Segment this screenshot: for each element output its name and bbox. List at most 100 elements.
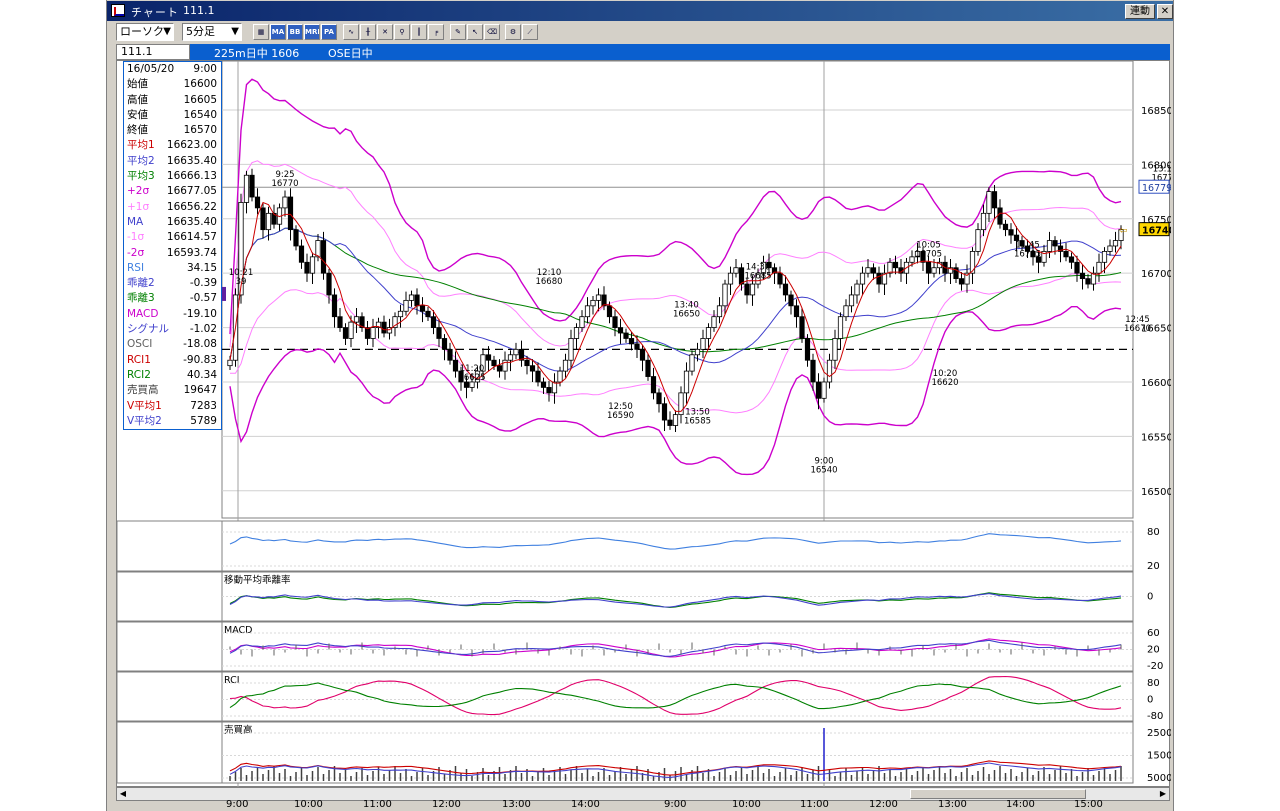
pencil-icon[interactable]: ✎: [450, 24, 466, 40]
candle-body: [931, 267, 937, 274]
candle-body: [1074, 261, 1080, 274]
data-label: V平均1: [127, 399, 162, 412]
candle-body: [1079, 272, 1086, 280]
candle-body: [623, 332, 629, 339]
candle-body: [496, 365, 503, 372]
candle-body: [452, 359, 459, 372]
candle-body: [414, 294, 420, 307]
data-row: 平均1 16623.00: [124, 138, 221, 153]
data-row: 乖離2 -0.39: [124, 276, 221, 291]
chart-window: チャート 111.1 連動 ✕ ローソク ▼ 5分足 ▼ ▦MABBMREPA∿…: [106, 0, 1174, 811]
panel-title: RCI: [224, 675, 240, 686]
eraser-icon[interactable]: ⌫: [484, 24, 500, 40]
bar-icon[interactable]: ║: [411, 24, 427, 40]
candle-body: [502, 359, 508, 372]
candle-body: [854, 283, 860, 296]
cursor-icon[interactable]: ↖: [467, 24, 483, 40]
candle-body: [843, 305, 849, 318]
data-row: 売買高 19647: [124, 383, 221, 398]
data-value: 19647: [183, 384, 217, 397]
panel-tick-label: -20: [1147, 661, 1163, 672]
candle-body: [815, 381, 822, 399]
data-label: MA: [127, 215, 144, 228]
candle-body: [716, 305, 723, 318]
time-tick-label: 15:00: [1074, 799, 1103, 810]
data-value: 7283: [190, 399, 217, 412]
data-row: 平均2 16635.40: [124, 154, 221, 169]
data-value: -1.02: [189, 323, 217, 336]
data-value: -90.83: [183, 353, 217, 366]
main-price-plot: [221, 61, 1134, 519]
candle-body: [1096, 261, 1102, 274]
panel-tick-label: 80: [1147, 527, 1160, 538]
time-tick-label: 11:00: [800, 799, 829, 810]
magnify-icon[interactable]: ⚲: [394, 24, 410, 40]
candle-body: [705, 327, 712, 339]
candle-body: [661, 403, 668, 421]
data-label: 始値: [127, 78, 148, 91]
candle-body: [711, 316, 717, 328]
layout-icon[interactable]: ▦: [253, 24, 269, 40]
candle-body: [315, 240, 321, 258]
data-value: 40.34: [186, 368, 217, 381]
mre-button[interactable]: MRE: [304, 24, 320, 40]
chevron-down-icon: ▼: [231, 26, 239, 37]
line-icon[interactable]: ∿: [343, 24, 359, 40]
time-tick-label: 14:00: [1006, 799, 1035, 810]
chart-type-select[interactable]: ローソク ▼: [116, 23, 174, 41]
symbol-input[interactable]: 111.1: [116, 44, 190, 60]
candle-body: [667, 419, 673, 426]
bb-button[interactable]: BB: [287, 24, 303, 40]
candle-body: [793, 305, 800, 318]
data-time: 9:00: [193, 63, 217, 75]
data-row: MA 16635.40: [124, 215, 221, 230]
settings-icon[interactable]: ⚙: [505, 24, 521, 40]
scroll-thumb[interactable]: [910, 789, 1086, 799]
candle-body: [892, 261, 899, 269]
candle-body: [282, 196, 288, 209]
data-datetime-row: 16/05/20 9:00: [124, 62, 221, 77]
candle-body: [986, 191, 992, 214]
candle-body: [403, 299, 409, 312]
candle-body: [1052, 240, 1058, 247]
candle-body: [782, 283, 789, 296]
volume-panel: [117, 721, 1134, 784]
data-label: MACD: [127, 307, 159, 320]
link-button[interactable]: 連動: [1125, 4, 1155, 19]
data-row: MACD -19.10: [124, 307, 221, 322]
data-label: 乖離3: [127, 292, 155, 305]
candle-icon[interactable]: ╫: [360, 24, 376, 40]
candle-body: [799, 316, 805, 339]
candle-body: [524, 359, 530, 367]
price-tick-label: 16850: [1141, 106, 1171, 117]
data-row: V平均2 5789: [124, 414, 221, 429]
close-icon[interactable]: ✕: [1157, 4, 1173, 19]
data-row: +1σ 16656.22: [124, 200, 221, 215]
chart-app-icon: [111, 4, 125, 17]
interval-select[interactable]: 5分足 ▼: [182, 23, 242, 41]
panel-tick-label: 0: [1147, 695, 1153, 706]
candle-body: [249, 174, 255, 198]
scroll-right-icon[interactable]: ▶: [1157, 788, 1169, 800]
scroll-left-icon[interactable]: ◀: [117, 788, 129, 800]
candle-body: [293, 229, 299, 247]
time-tick-label: 10:00: [732, 799, 761, 810]
data-label: -2σ: [127, 246, 145, 259]
candle-body: [601, 294, 607, 307]
chart-area[interactable]: 16850 16800 16750 16700 16650 16600 16550 16500…: [116, 60, 1171, 788]
chart-canvas[interactable]: 1685016800167501670016650166001655016500…: [117, 61, 1171, 788]
title-bar[interactable]: チャート 111.1 連動 ✕: [107, 1, 1173, 21]
ma-button[interactable]: MA: [270, 24, 286, 40]
data-row: 乖離3 -0.57: [124, 291, 221, 306]
candle-body: [832, 338, 838, 361]
step-icon[interactable]: ╒: [428, 24, 444, 40]
candle-body: [969, 251, 976, 274]
trend-icon[interactable]: ⟋: [522, 24, 538, 40]
candle-body: [1101, 251, 1108, 263]
candle-body: [513, 348, 519, 356]
data-row: OSCI -18.08: [124, 337, 221, 352]
candle-body: [562, 359, 569, 372]
candle-body: [656, 392, 662, 405]
pa-button[interactable]: PA: [321, 24, 337, 40]
pointfigure-icon[interactable]: ✕: [377, 24, 393, 40]
